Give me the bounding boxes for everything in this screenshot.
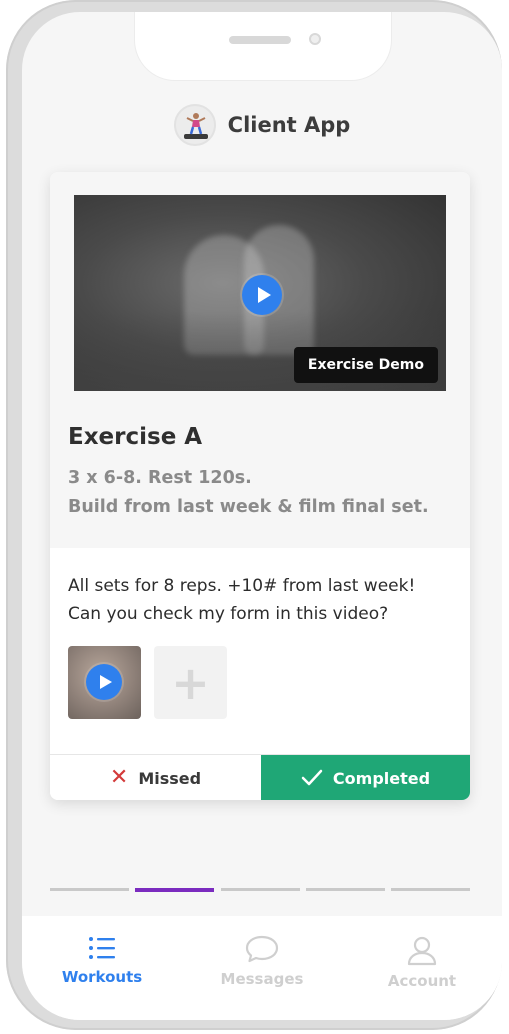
exercise-demo-badge: Exercise Demo [293, 347, 438, 383]
tab-label: Account [387, 972, 457, 990]
client-note-line: Can you check my form in this video? [68, 604, 389, 624]
list-icon [89, 937, 115, 959]
user-icon [407, 936, 437, 966]
tab-workouts[interactable]: Workouts [22, 916, 182, 1020]
tab-label: Workouts [61, 968, 143, 986]
play-icon[interactable] [86, 664, 122, 700]
speaker-grille [229, 36, 291, 44]
checkmark-icon [301, 769, 323, 786]
progress-segment[interactable] [50, 888, 129, 891]
workout-progress [50, 888, 470, 892]
tab-label: Messages [220, 970, 304, 988]
app-avatar [173, 104, 216, 146]
chat-bubble-icon [245, 935, 279, 963]
progress-segment[interactable] [220, 888, 300, 891]
exercise-prescription: 3 x 6-8. Rest 120s. [68, 468, 252, 488]
missed-label: Missed [138, 768, 202, 788]
app-title: Client App [227, 113, 351, 137]
action-bar: ✕ Missed Completed [50, 754, 470, 800]
close-icon: ✕ [109, 765, 129, 790]
progress-segment-active[interactable] [135, 888, 215, 892]
exercise-demo-video[interactable]: Exercise Demo [74, 195, 446, 391]
phone-screen: Client App Exercise Demo Exercise A 3 x … [22, 12, 502, 1020]
exercise-description: 3 x 6-8. Rest 120s. Build from last week… [68, 464, 429, 522]
tab-messages[interactable]: Messages [182, 916, 342, 1020]
front-camera [309, 33, 321, 45]
completed-label: Completed [332, 768, 431, 788]
exercise-title: Exercise A [68, 424, 203, 450]
app-header: Client App [22, 102, 502, 148]
client-note: All sets for 8 reps. +10# from last week… [68, 572, 415, 628]
exercise-card: Exercise Demo Exercise A 3 x 6-8. Rest 1… [50, 172, 470, 800]
progress-segment[interactable] [305, 888, 385, 891]
phone-notch [135, 12, 391, 80]
tab-account[interactable]: Account [342, 916, 502, 1020]
phone-frame: Client App Exercise Demo Exercise A 3 x … [6, 0, 502, 1030]
exercise-info: Exercise Demo Exercise A 3 x 6-8. Rest 1… [50, 172, 470, 548]
plus-icon: + [171, 655, 210, 710]
client-note-line: All sets for 8 reps. +10# from last week… [68, 576, 416, 596]
play-icon[interactable] [242, 275, 282, 315]
bottom-tab-bar: Workouts Messages Account [22, 916, 502, 1020]
completed-button[interactable]: Completed [261, 755, 470, 800]
progress-segment[interactable] [391, 888, 470, 891]
missed-button[interactable]: ✕ Missed [50, 755, 261, 800]
athlete-icon [183, 113, 208, 139]
uploaded-video-thumbnail[interactable] [68, 646, 141, 719]
exercise-instructions: Build from last week & film final set. [68, 497, 429, 517]
add-media-button[interactable]: + [154, 646, 227, 719]
